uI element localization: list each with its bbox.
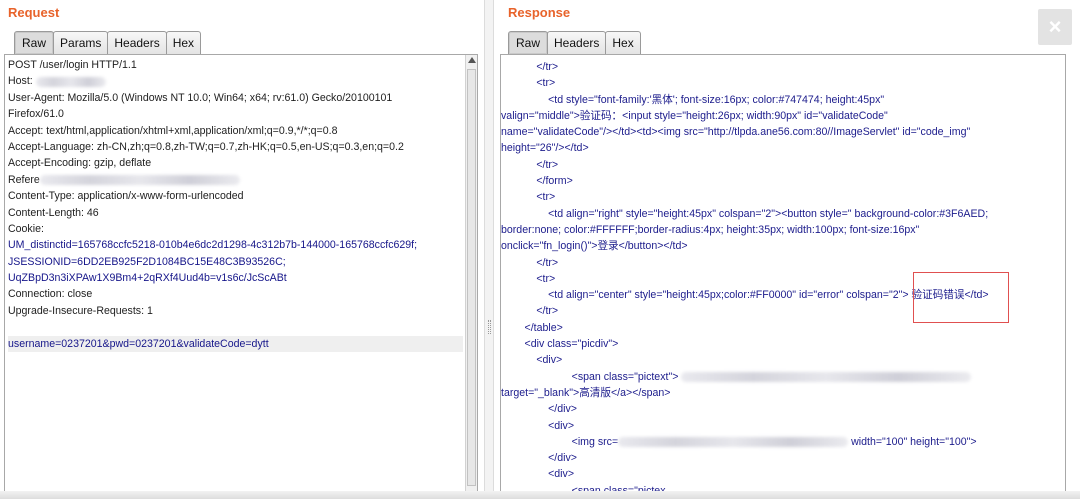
scroll-thumb[interactable] (467, 69, 476, 486)
tab-raw[interactable]: Raw (508, 31, 549, 54)
response-line: </div> (501, 452, 577, 465)
pictext-span: <span class="pictext"> (501, 370, 679, 383)
response-line: height="26"/></td> (501, 142, 589, 155)
request-line: POST /user/login HTTP/1.1 (8, 59, 137, 71)
redacted-link (681, 371, 972, 382)
request-line: User-Agent: Mozilla/5.0 (Windows NT 10.0… (8, 91, 393, 104)
request-line: Connection: close (8, 288, 93, 301)
request-line: Accept-Encoding: gzip, deflate (8, 157, 152, 170)
referer-label: Refere (8, 173, 40, 186)
response-line: valign="middle">验证码：<input style="height… (501, 109, 888, 122)
img-src: <img src= (501, 435, 619, 448)
request-tabs: Raw Params Headers Hex (14, 30, 202, 54)
tab-headers[interactable]: Headers (107, 31, 167, 54)
response-line: <span class="pictext"> (501, 369, 1061, 385)
request-text[interactable]: POST /user/login HTTP/1.1 Host: User-Age… (8, 57, 463, 353)
response-line: </div> (501, 403, 577, 416)
img-attrs: width="100" height="100"> (851, 435, 977, 448)
cookie-line: UqZBpD3n3iXPAw1X9Bm4+2qRXf4Uud4b=v1s6c/J… (8, 272, 287, 285)
request-line: Content-Length: 46 (8, 206, 99, 219)
error-highlight-box (913, 272, 1009, 323)
response-line: <div> (501, 468, 575, 481)
request-line: Accept-Language: zh-CN,zh;q=0.8,zh-TW;q=… (8, 140, 404, 153)
tab-headers[interactable]: Headers (547, 31, 607, 54)
response-line: onclick="fn_login()">登录</button></td> (501, 240, 688, 253)
response-title: Response (508, 5, 571, 20)
response-line: <div> (501, 354, 563, 367)
response-line: <tr> (501, 77, 556, 90)
splitter-grip-icon[interactable] (488, 320, 491, 334)
tab-hex[interactable]: Hex (605, 31, 641, 54)
redacted-img-src (618, 437, 849, 448)
bottom-edge (0, 491, 1080, 499)
response-line: <td align="right" style="height:45px" co… (501, 207, 989, 220)
close-icon: × (1048, 14, 1062, 39)
redacted-referer (39, 174, 240, 185)
redacted-host (35, 76, 106, 87)
response-line: <tr> (501, 191, 556, 204)
request-scrollbar[interactable] (465, 55, 477, 492)
cookie-line: JSESSIONID=6DD2EB925F2D1084BC15E48C3B935… (8, 255, 286, 268)
response-line: <td style="font-family:'黑体'; font-size:1… (501, 93, 885, 106)
scroll-up-icon[interactable] (468, 57, 476, 63)
tab-hex[interactable]: Hex (165, 31, 202, 54)
pane-splitter[interactable] (484, 0, 494, 499)
request-line: Refere (8, 172, 463, 188)
request-line: Firefox/61.0 (8, 108, 64, 121)
response-line: <div> (501, 419, 575, 432)
tab-params[interactable]: Params (53, 31, 109, 54)
response-line: target="_blank">高清版</a></span> (501, 386, 671, 399)
response-line: name="validateCode"/></td><td><img src="… (501, 126, 971, 139)
request-line: Upgrade-Insecure-Requests: 1 (8, 304, 153, 317)
request-line: Cookie: (8, 222, 44, 235)
request-line: Content-Type: application/x-www-form-url… (8, 190, 244, 203)
cookie-line: UM_distinctid=165768ccfc5218-010b4e6dc2d… (8, 239, 418, 252)
request-editor[interactable]: POST /user/login HTTP/1.1 Host: User-Age… (4, 54, 478, 493)
response-line: border:none; color:#FFFFFF;border-radius… (501, 223, 920, 236)
response-line: </tr> (501, 61, 559, 73)
response-tabs: Raw Headers Hex (508, 30, 641, 54)
tab-raw[interactable]: Raw (14, 31, 55, 54)
response-line: <img src= width="100" height="100"> (501, 434, 1061, 450)
close-button[interactable]: × (1038, 9, 1072, 45)
request-title: Request (8, 5, 60, 20)
request-body: username=0237201&pwd=0237201&validateCod… (8, 335, 463, 353)
host-label: Host: (8, 75, 33, 88)
response-line: </tr> (501, 158, 559, 171)
response-line: </form> (501, 175, 573, 188)
request-line: Host: (8, 73, 463, 89)
response-line: </tr> (501, 256, 559, 269)
response-line: <div class="picdiv"> (501, 338, 619, 351)
request-line: Accept: text/html,application/xhtml+xml,… (8, 124, 338, 137)
